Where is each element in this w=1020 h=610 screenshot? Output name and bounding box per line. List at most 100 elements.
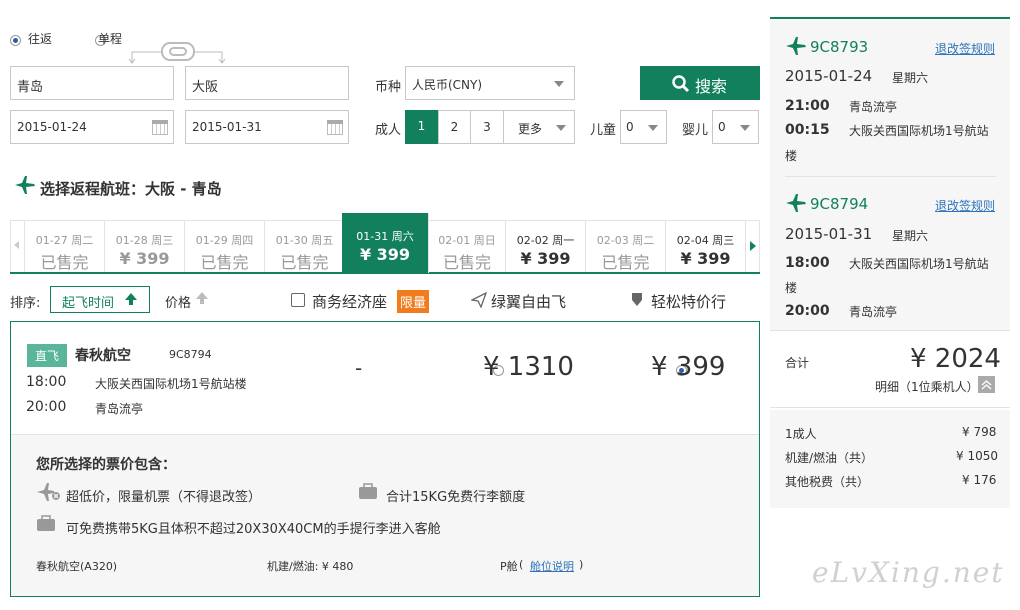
calendar-icon[interactable] <box>152 120 168 135</box>
tab-date: 01-27 <box>35 234 68 247</box>
seg1-arr-airport: 大阪关西国际机场1号航站 <box>849 124 989 138</box>
tab-date: 02-02 <box>516 234 549 247</box>
arrow-up-stem <box>200 299 204 304</box>
date-tab-01-31[interactable]: 01-31 周六 ¥ 399 <box>342 213 429 273</box>
swap-cities-icon[interactable] <box>128 40 228 64</box>
arr-airport: 青岛流亭 <box>95 402 144 416</box>
business-economy-label[interactable]: 商务经济座 <box>312 291 387 312</box>
from-city-input[interactable]: 青岛 <box>10 66 174 100</box>
date-tab-01-30[interactable]: 01-30 周五 已售完 <box>265 220 345 272</box>
collapse-detail-button[interactable] <box>978 376 995 393</box>
plane-icon <box>15 176 35 194</box>
tab-price: ¥ 399 <box>520 249 571 268</box>
airline-name: 春秋航空 <box>75 348 131 364</box>
tab-weekday: 周二 <box>632 234 655 247</box>
adult-more-select[interactable]: 更多 <box>504 110 575 144</box>
infant-select[interactable]: 0 <box>712 110 759 144</box>
more-label: 更多 <box>518 122 543 136</box>
tab-weekday: 周五 <box>311 234 334 247</box>
adult-option-1[interactable]: 1 <box>405 110 438 144</box>
seg2-weekday: 星期六 <box>892 229 929 243</box>
cabin-info-link[interactable]: 舱位说明 <box>530 558 574 574</box>
date-tab-02-01[interactable]: 02-01 周日 已售完 <box>429 220 506 272</box>
depart-date-input[interactable]: 2015-01-24 <box>10 110 174 144</box>
plane-icon <box>786 37 806 55</box>
search-button-label: 搜索 <box>695 77 728 96</box>
chevron-down-icon <box>556 125 566 131</box>
fare-price-399: ¥ 399 <box>651 352 726 382</box>
tab-price: 已售完 <box>442 253 491 272</box>
direct-badge: 直飞 <box>27 344 68 367</box>
date-tab-02-04[interactable]: 02-04 周三 ¥ 399 <box>666 220 746 272</box>
green-wings-label[interactable]: 绿翼自由飞 <box>491 291 566 312</box>
depart-date-value: 2015-01-24 <box>17 120 87 134</box>
duration-dash: - <box>355 356 363 380</box>
paper-plane-icon <box>471 292 487 308</box>
dep-airport: 大阪关西国际机场1号航站楼 <box>95 377 247 391</box>
search-button[interactable]: 搜索 <box>640 66 760 100</box>
seg1-arr-time: 00:15 <box>785 122 830 138</box>
return-date-input[interactable]: 2015-01-31 <box>185 110 349 144</box>
chevron-down-icon <box>648 125 658 131</box>
seg1-date: 2015-01-24 <box>785 67 873 85</box>
seg2-dep-airport-wrap: 楼 <box>785 281 798 295</box>
tab-weekday: 周二 <box>71 234 94 247</box>
seg2-dep-time: 18:00 <box>785 255 830 271</box>
date-tab-02-02[interactable]: 02-02 周一 ¥ 399 <box>506 220 586 272</box>
child-value: 0 <box>626 120 634 134</box>
aircraft-type: 春秋航空(A320) <box>36 560 118 573</box>
arrow-up-icon <box>125 293 137 300</box>
calendar-icon[interactable] <box>327 120 343 135</box>
tab-date: 02-03 <box>596 234 629 247</box>
includes-item-3: 可免费携带5KG且体积不超过20X30X40CM的手提行李进入客舱 <box>66 522 441 537</box>
arrow-up-icon <box>196 292 208 299</box>
sort-price-button[interactable]: 价格 <box>165 292 191 311</box>
to-city-input[interactable]: 大阪 <box>185 66 349 100</box>
chevron-right-icon <box>750 241 756 251</box>
tab-weekday: 周一 <box>552 234 575 247</box>
chevron-up-icon <box>981 380 992 390</box>
seg2-rules-link[interactable]: 退改签规则 <box>935 197 995 214</box>
tab-date: 02-01 <box>438 234 471 247</box>
breakdown-label: 1成人 <box>785 427 817 441</box>
divider <box>785 176 996 177</box>
child-label: 儿童 <box>590 123 617 138</box>
includes-item-2: 合计15KG免费行李额度 <box>386 490 526 505</box>
luggage-icon <box>359 483 377 499</box>
sort-label: 排序: <box>10 296 41 311</box>
date-tab-01-28[interactable]: 01-28 周三 ¥ 399 <box>105 220 185 272</box>
seg2-dep-airport: 大阪关西国际机场1号航站 <box>849 257 989 271</box>
next-dates-button[interactable] <box>746 220 760 272</box>
seg1-arr-airport-wrap: 楼 <box>785 149 798 163</box>
tab-price: 已售完 <box>601 253 650 272</box>
one-way-label: 单程 <box>98 32 123 46</box>
tab-date: 01-29 <box>195 234 228 247</box>
arrow-up-stem <box>129 300 133 305</box>
flight-number: 9C8794 <box>169 348 212 361</box>
date-tab-01-29[interactable]: 01-29 周四 已售完 <box>185 220 265 272</box>
tab-price: ¥ 399 <box>119 249 170 268</box>
round-trip-label: 往返 <box>28 32 53 46</box>
currency-select[interactable]: 人民币(CNY) <box>405 66 575 100</box>
tab-weekday: 周四 <box>231 234 254 247</box>
date-tab-02-03[interactable]: 02-03 周二已售完 <box>586 220 666 272</box>
seat-icon <box>291 293 305 307</box>
adult-option-3[interactable]: 3 <box>471 110 504 144</box>
easy-special-label[interactable]: 轻松特价行 <box>651 291 726 312</box>
seg1-rules-link[interactable]: 退改签规则 <box>935 40 995 57</box>
round-trip-radio[interactable] <box>10 35 21 46</box>
dep-time: 18:00 <box>26 374 67 390</box>
sort-price-label: 价格 <box>165 296 192 311</box>
seg2-flight-number: 9C8794 <box>810 195 869 213</box>
chevron-left-icon <box>14 241 19 249</box>
sort-departure-button[interactable]: 起飞时间 <box>50 286 150 313</box>
prev-dates-button[interactable] <box>10 220 25 272</box>
adult-option-2[interactable]: 2 <box>438 110 471 144</box>
tab-weekday: 周三 <box>151 234 174 247</box>
child-select[interactable]: 0 <box>620 110 667 144</box>
limited-badge: 限量 <box>397 290 430 313</box>
infant-value: 0 <box>718 120 726 134</box>
date-tab-01-27[interactable]: 01-27 周二已售完 <box>25 220 105 272</box>
arr-time: 20:00 <box>26 399 67 415</box>
tab-price: 已售完 <box>40 253 89 272</box>
